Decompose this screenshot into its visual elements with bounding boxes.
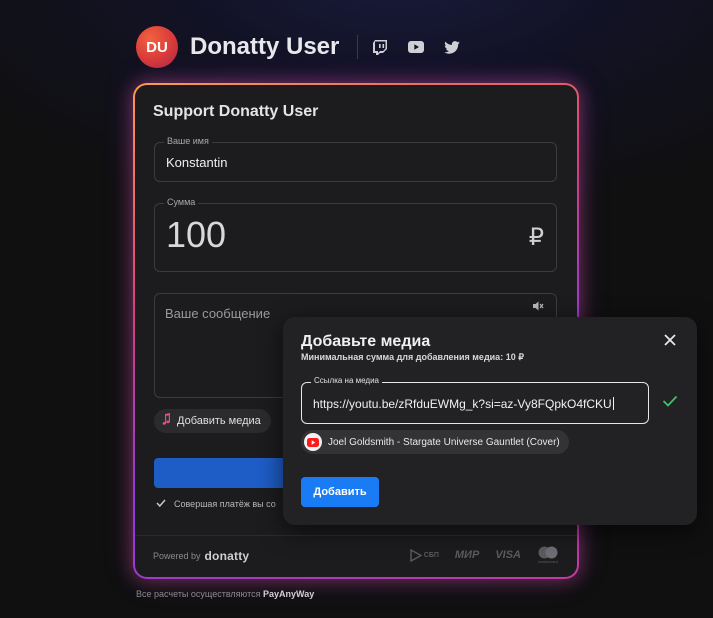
media-url-text: https://youtu.be/zRfduEWMg_k?si=az-Vy8FQ… xyxy=(313,397,612,411)
mastercard-label: mastercard xyxy=(537,559,558,564)
media-url-label: Ссылка на медиа xyxy=(311,376,382,385)
add-media-submit-button[interactable]: Добавить xyxy=(301,477,379,507)
sbp-icon: СБП xyxy=(410,548,439,562)
page-title: Donatty User xyxy=(190,33,340,60)
add-media-label: Добавить медиа xyxy=(177,415,261,427)
mute-icon[interactable] xyxy=(532,299,544,317)
amount-field-label: Сумма xyxy=(164,197,199,207)
card-footer: Powered by donatty СБП МИР VISA masterca… xyxy=(135,535,577,577)
card-title: Support Donatty User xyxy=(153,103,319,120)
name-field-label: Ваше имя xyxy=(164,136,212,146)
amount-field[interactable]: Сумма 100 ₽ xyxy=(154,197,557,272)
check-icon xyxy=(662,394,678,412)
name-value[interactable]: Konstantin xyxy=(166,155,227,170)
media-preview-chip[interactable]: Joel Goldsmith - Stargate Universe Gaunt… xyxy=(301,430,569,454)
youtube-icon[interactable] xyxy=(408,39,425,55)
payment-provider-note: Все расчеты осуществляются PayAnyWay xyxy=(136,589,314,599)
media-url-field[interactable]: Ссылка на медиа https://youtu.be/zRfduEW… xyxy=(301,376,649,424)
payment-provider: PayAnyWay xyxy=(263,589,315,599)
avatar: DU xyxy=(136,26,178,68)
media-url-input[interactable]: https://youtu.be/zRfduEWMg_k?si=az-Vy8FQ… xyxy=(313,397,614,411)
payment-note-text: Все расчеты осуществляются xyxy=(136,589,261,599)
message-placeholder: Ваше сообщение xyxy=(165,306,271,321)
sbp-label: СБП xyxy=(423,551,439,559)
twitch-icon[interactable] xyxy=(372,39,388,55)
visa-icon: VISA xyxy=(495,549,521,561)
twitter-icon[interactable] xyxy=(444,39,461,55)
agreement-checkbox[interactable] xyxy=(156,499,166,509)
payment-methods: СБП МИР VISA mastercard xyxy=(394,546,559,564)
mastercard-icon: mastercard xyxy=(537,546,559,564)
header-divider xyxy=(357,35,359,59)
media-title: Joel Goldsmith - Stargate Universe Gaunt… xyxy=(328,436,560,448)
agreement-row: Совершая платёж вы со xyxy=(156,499,276,509)
youtube-icon xyxy=(304,433,322,451)
name-field[interactable]: Ваше имя Konstantin xyxy=(154,136,557,182)
music-note-icon xyxy=(162,412,171,430)
text-caret xyxy=(612,397,614,410)
amount-value[interactable]: 100 xyxy=(166,214,226,256)
donatty-logo[interactable]: donatty xyxy=(205,549,250,563)
mir-icon: МИР xyxy=(454,549,480,561)
add-media-button[interactable]: Добавить медиа xyxy=(154,409,271,433)
modal-title: Добавьте медиа xyxy=(301,333,431,350)
close-icon[interactable] xyxy=(663,333,677,347)
profile-header: DU Donatty User xyxy=(136,26,480,68)
add-media-modal: Добавьте медиа Минимальная сумма для доб… xyxy=(283,317,697,525)
modal-subtitle: Минимальная сумма для добавления медиа: … xyxy=(301,352,524,362)
powered-by-label: Powered by xyxy=(153,551,201,561)
currency-symbol: ₽ xyxy=(528,224,544,251)
powered-by: Powered by donatty xyxy=(153,549,249,563)
agreement-text: Совершая платёж вы со xyxy=(174,499,276,509)
